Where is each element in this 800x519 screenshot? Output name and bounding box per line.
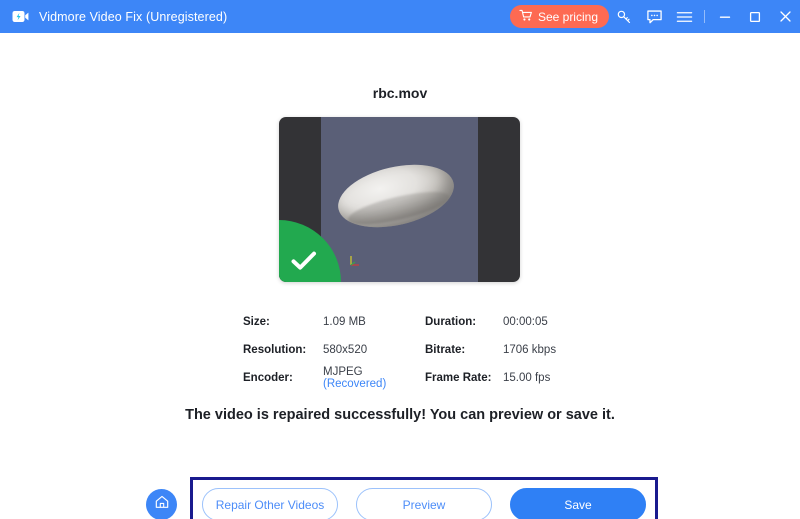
preview-label: Preview [403,498,446,512]
see-pricing-label: See pricing [538,10,598,24]
titlebar-divider [704,10,705,23]
action-buttons-highlight: Repair Other Videos Preview Save [190,477,658,519]
hamburger-menu-icon[interactable] [669,0,699,33]
minimize-icon[interactable] [710,0,740,33]
frame-rate-value: 15.00 fps [503,372,550,384]
title-bar: Vidmore Video Fix (Unregistered) See pri… [0,0,800,33]
home-icon [154,494,170,515]
file-name-title: rbc.mov [0,85,800,101]
preview-button[interactable]: Preview [356,488,492,519]
metadata-table: Size: 1.09 MB Duration: 00:00:05 Resolut… [243,308,573,392]
home-button[interactable] [146,489,177,519]
action-buttons-row: Repair Other Videos Preview Save [193,480,655,519]
duration-value: 00:00:05 [503,316,548,328]
3d-blob-object [332,154,460,237]
resolution-value: 580x520 [323,344,425,356]
save-button[interactable]: Save [510,488,646,519]
repair-other-videos-label: Repair Other Videos [216,498,325,512]
save-label: Save [564,498,591,512]
bitrate-value: 1706 kbps [503,344,556,356]
key-icon[interactable] [609,0,639,33]
video-frame-stage [321,117,478,282]
size-label: Size: [243,316,323,328]
main-content: rbc.mov Size [0,33,800,519]
axis-gizmo-icon [348,252,364,268]
recovered-tag: (Recovered) [323,378,386,390]
video-thumbnail[interactable] [279,117,520,282]
see-pricing-button[interactable]: See pricing [510,5,609,28]
metadata-row: Resolution: 580x520 Bitrate: 1706 kbps [243,336,573,364]
encoder-label: Encoder: [243,372,323,384]
repair-other-videos-button[interactable]: Repair Other Videos [202,488,338,519]
duration-label: Duration: [425,316,503,328]
footer-bar: Repair Other Videos Preview Save [0,437,800,519]
window-title: Vidmore Video Fix (Unregistered) [39,10,227,24]
frame-rate-label: Frame Rate: [425,372,503,384]
metadata-row: Size: 1.09 MB Duration: 00:00:05 [243,308,573,336]
metadata-row: Encoder: MJPEG (Recovered) Frame Rate: 1… [243,364,573,392]
titlebar-controls: See pricing [510,0,800,33]
app-window: Vidmore Video Fix (Unregistered) See pri… [0,0,800,519]
size-value: 1.09 MB [323,316,425,328]
bitrate-label: Bitrate: [425,344,503,356]
app-logo-icon [11,7,30,26]
shopping-cart-icon [519,9,533,25]
speech-bubble-icon[interactable] [639,0,669,33]
encoder-value: MJPEG [323,366,363,378]
success-message: The video is repaired successfully! You … [0,407,800,423]
resolution-label: Resolution: [243,344,323,356]
close-icon[interactable] [770,0,800,33]
maximize-icon[interactable] [740,0,770,33]
encoder-value-group: MJPEG (Recovered) [323,366,425,390]
